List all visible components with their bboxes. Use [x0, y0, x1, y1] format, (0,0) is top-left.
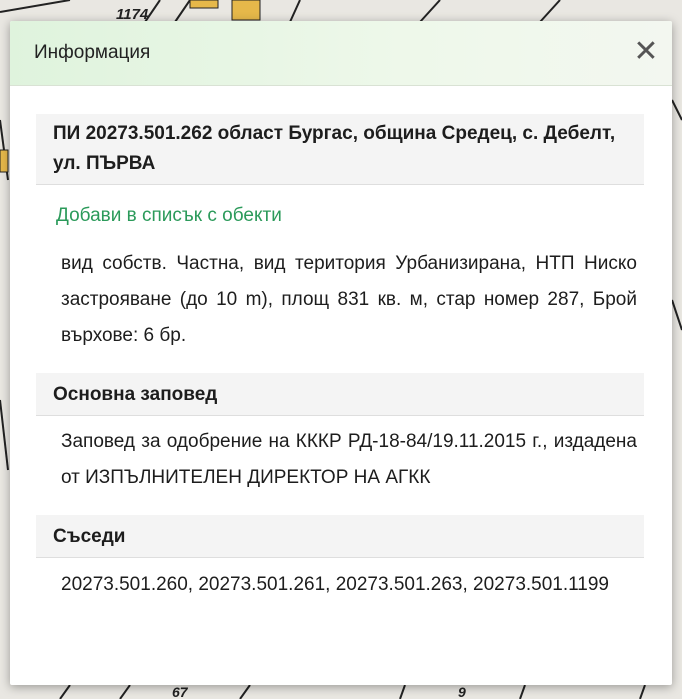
map-label: 9	[458, 684, 466, 699]
parcel-heading: ПИ 20273.501.262 област Бургас, община С…	[36, 114, 644, 185]
close-icon[interactable]: ✕	[632, 35, 660, 69]
parcel-description: вид собств. Частна, вид територия Урбани…	[61, 253, 637, 346]
dialog-header: Информация ✕	[10, 21, 672, 86]
add-to-objects-link[interactable]: Добави в списък с обекти	[56, 205, 282, 227]
map-building	[0, 149, 9, 173]
map-building	[189, 0, 219, 9]
main-order-heading: Основна заповед	[36, 373, 644, 416]
main-order-text: Заповед за одобрение на КККР РД-18-84/19…	[61, 431, 637, 488]
information-dialog: Информация ✕ ПИ 20273.501.262 област Бур…	[10, 21, 672, 685]
neighbors-heading: Съседи	[36, 515, 644, 558]
neighbors-list: 20273.501.260, 20273.501.261, 20273.501.…	[61, 574, 610, 595]
dialog-title: Информация	[34, 42, 151, 63]
map-building	[231, 0, 261, 21]
map-label: 67	[172, 684, 189, 699]
